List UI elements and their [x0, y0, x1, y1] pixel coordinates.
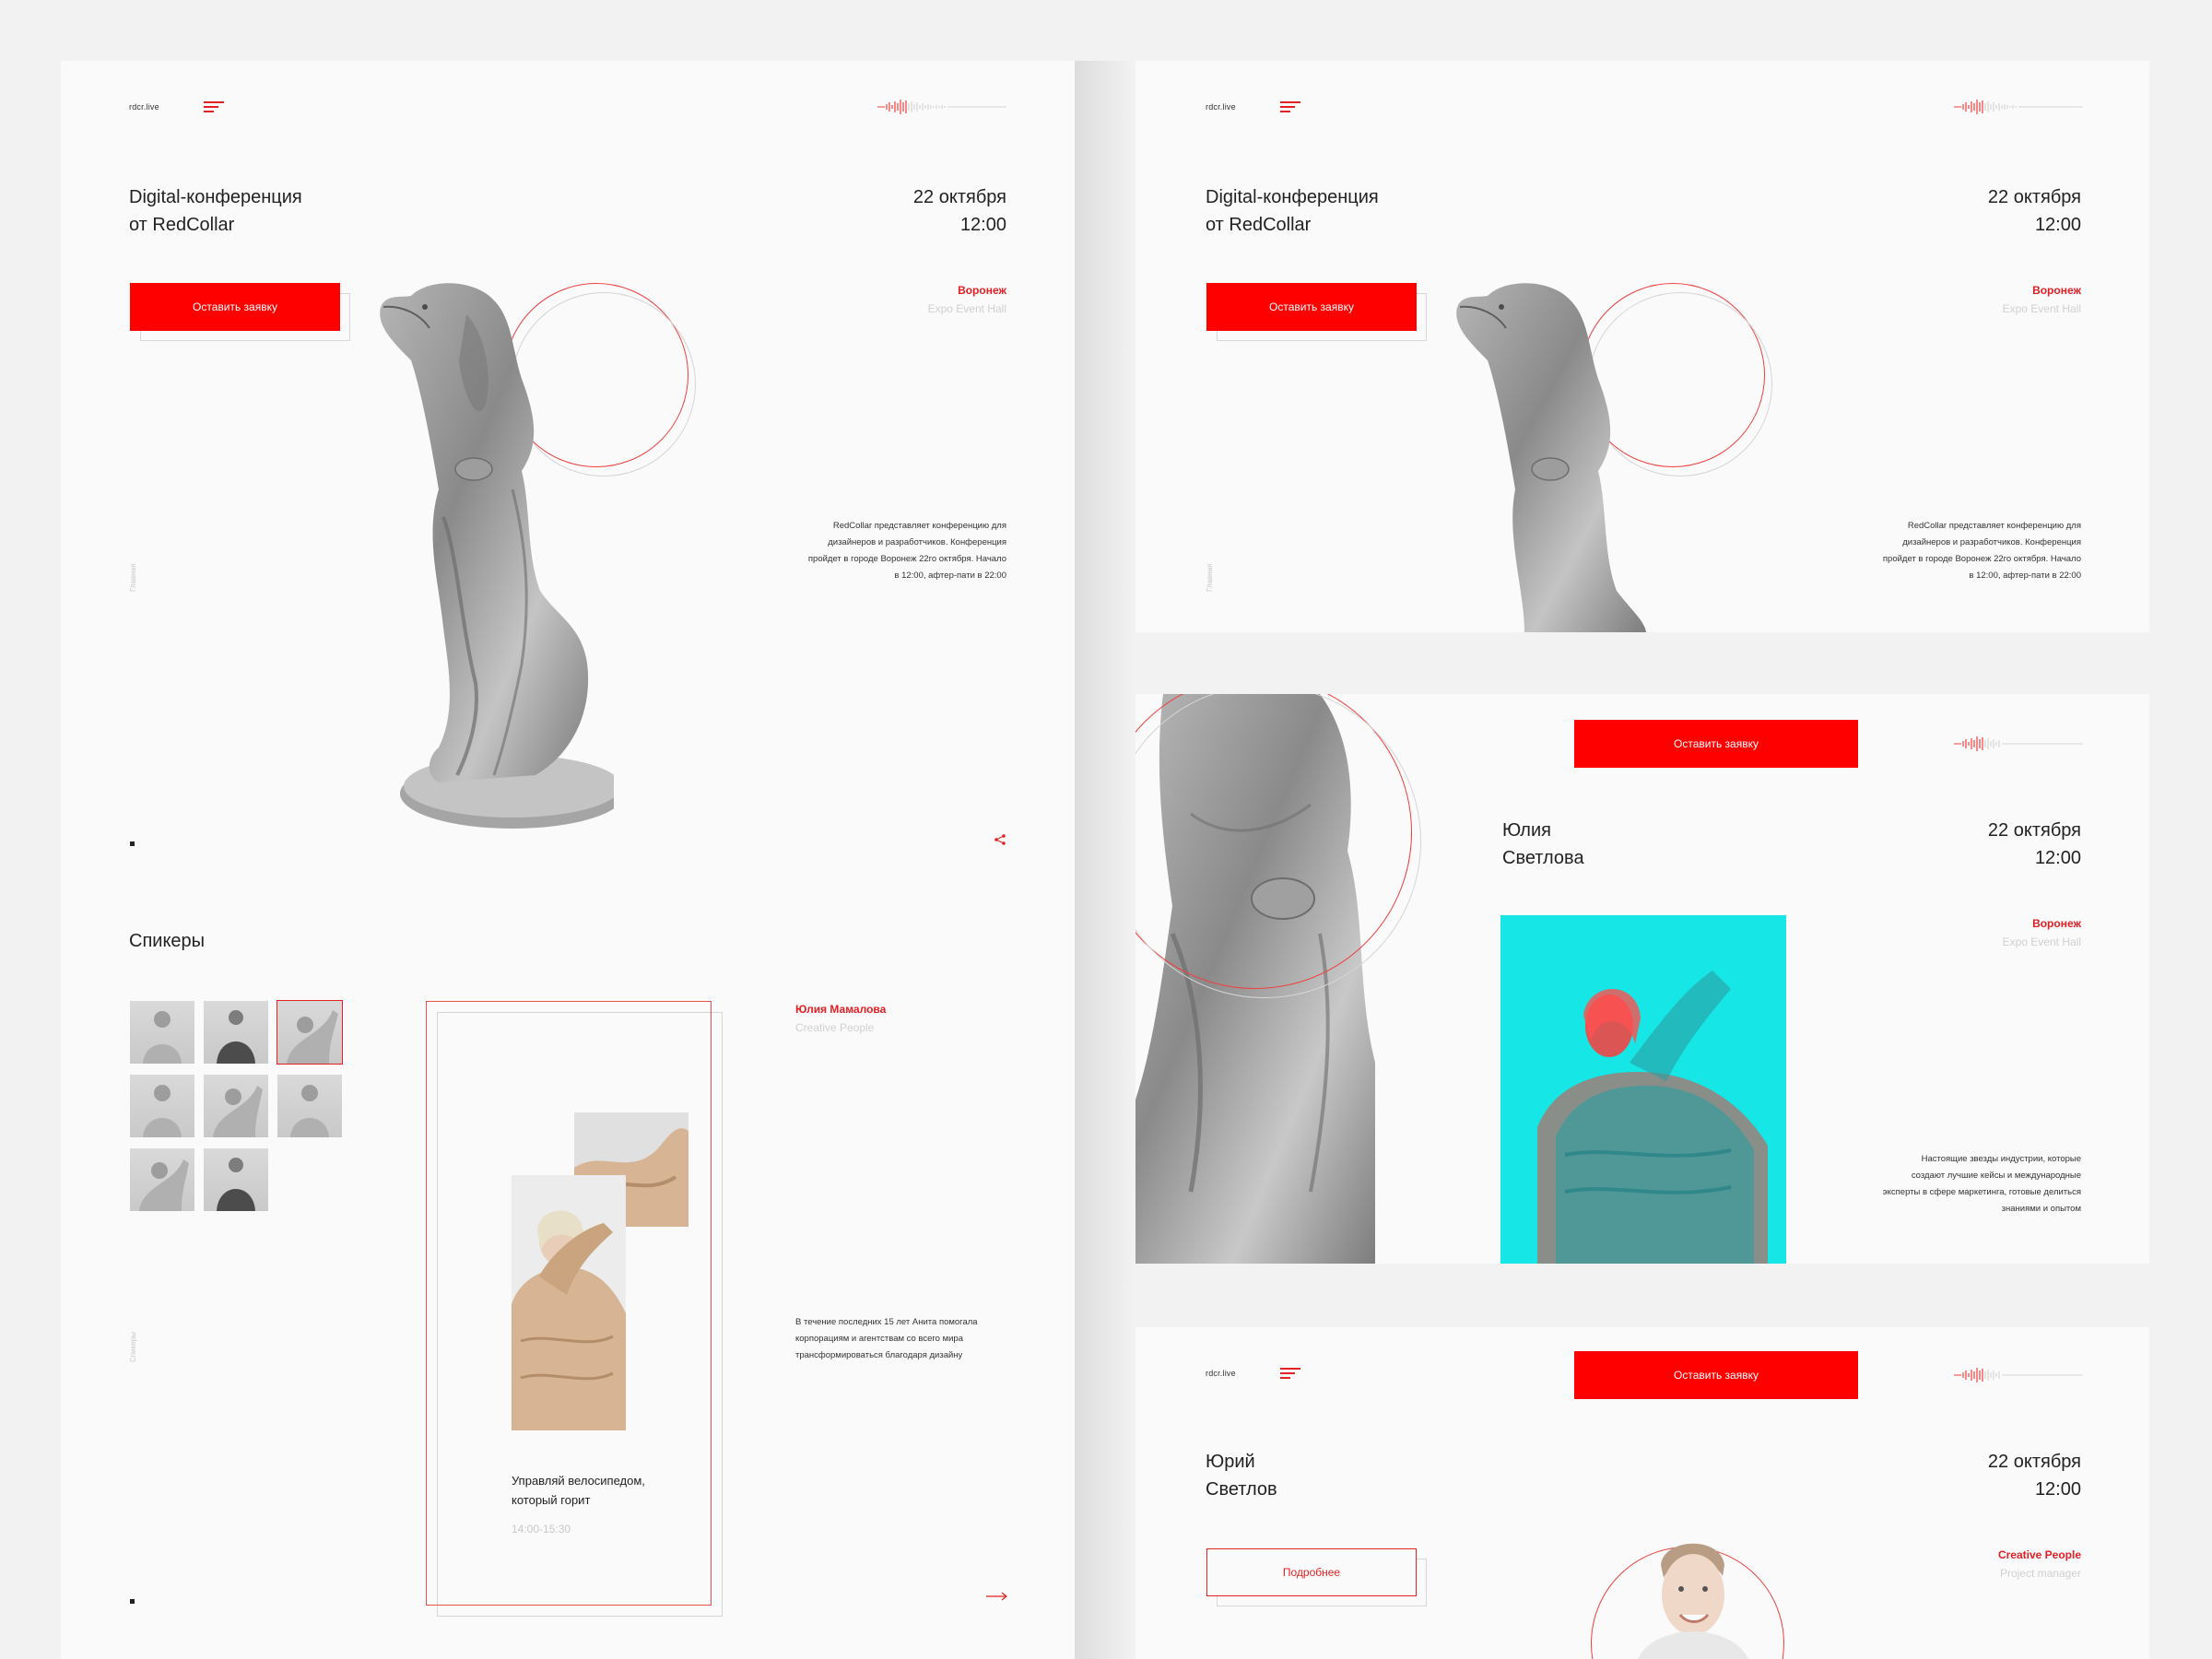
speaker-thumbnail[interactable]: [204, 1148, 268, 1211]
talk-title: Управляй велосипедом, который горит: [512, 1474, 645, 1507]
speaker-company: Creative People: [795, 1021, 875, 1034]
speaker-thumbnail[interactable]: [277, 1075, 342, 1137]
apply-button[interactable]: Оставить заявку: [130, 283, 340, 331]
soundwave-icon[interactable]: [1954, 99, 2083, 115]
speaker-photo: [512, 1175, 626, 1430]
menu-icon[interactable]: [1280, 101, 1300, 112]
venue-label: Expo Event Hall: [2002, 935, 2081, 948]
speaker-name-title: Юрий Светлов: [1206, 1452, 1277, 1500]
speaker-portrait: [1638, 1543, 1748, 1659]
soundwave-icon[interactable]: [1954, 735, 2083, 752]
share-icon[interactable]: [994, 833, 1006, 846]
soundwave-icon[interactable]: [877, 99, 1006, 115]
speaker-bio: В течение последних 15 лет Анита помогал…: [795, 1317, 978, 1360]
city-label: Воронеж: [2032, 917, 2081, 930]
speaker-thumbnail[interactable]: [204, 1001, 268, 1064]
role-label: Project manager: [1999, 1567, 2081, 1580]
event-description: RedCollar представляет конференцию для д…: [1882, 521, 2081, 581]
logo[interactable]: rdcr.live: [129, 102, 159, 112]
venue-label: Expo Event Hall: [2002, 302, 2081, 315]
event-date: 22 октября 12:00: [912, 187, 1006, 235]
slide-marker: [130, 1599, 135, 1604]
page-title: Digital-конференция от RedCollar: [1206, 187, 1379, 235]
city-label: Воронеж: [958, 284, 1006, 297]
speaker-duotone-photo: [1500, 915, 1786, 1264]
arrow-right-icon[interactable]: [986, 1591, 1008, 1602]
event-date: 22 октября 12:00: [1987, 187, 2081, 235]
speakers-title: Спикеры: [129, 931, 206, 951]
speaker-thumbnail[interactable]: [130, 1075, 194, 1137]
right-panel-hero: rdcr.live Digital-конференция от RedColla…: [1135, 61, 2149, 632]
section-side-label: Главная: [1206, 563, 1214, 592]
event-date: 22 октября 12:00: [1987, 1452, 2081, 1500]
event-description: RedCollar представляет конференцию для д…: [807, 521, 1006, 581]
column-shadow: [1075, 61, 1134, 1659]
talk-time: 14:00-15:30: [512, 1523, 571, 1535]
logo[interactable]: rdcr.live: [1206, 1369, 1236, 1378]
company-label: Creative People: [1997, 1548, 2081, 1561]
page-title: Digital-конференция от RedCollar: [129, 187, 302, 235]
right-panel-speaker: Оставить заявку Юлия Светлова 22 октября 1…: [1135, 694, 2149, 1264]
section-side-label: Спикеры: [129, 1332, 137, 1362]
speaker-thumbnail-selected[interactable]: [276, 1000, 343, 1065]
slide-marker: [130, 841, 135, 846]
soundwave-icon[interactable]: [1954, 1367, 2083, 1383]
menu-icon[interactable]: [1280, 1368, 1300, 1379]
more-button[interactable]: Подробнее: [1206, 1548, 1417, 1596]
left-page-panel: rdcr.live Digital-конференция от RedColla…: [61, 61, 1075, 1659]
speaker-thumbnail[interactable]: [204, 1075, 268, 1137]
dog-statue-image: [1456, 283, 1646, 632]
section-side-label: Главная: [129, 563, 137, 592]
apply-button[interactable]: Оставить заявку: [1574, 1351, 1858, 1399]
speaker-thumbnail[interactable]: [130, 1148, 194, 1211]
apply-button[interactable]: Оставить заявку: [1206, 283, 1417, 331]
right-panel-speaker-2: rdcr.live Оставить заявку Юрий Светлов 22…: [1135, 1327, 2149, 1659]
dog-statue-image: [380, 283, 614, 829]
speaker-name[interactable]: Юлия Мамалова: [795, 1003, 886, 1016]
menu-icon[interactable]: [204, 101, 224, 112]
decor-ring-grey: [1135, 694, 1421, 998]
venue-label: Expo Event Hall: [927, 302, 1006, 315]
speaker-name-title: Юлия Светлова: [1502, 820, 1584, 868]
apply-button[interactable]: Оставить заявку: [1574, 720, 1858, 768]
event-date: 22 октября 12:00: [1987, 820, 2081, 868]
speaker-description: Настоящие звезды индустрии, которые созд…: [1882, 1154, 2081, 1214]
city-label: Воронеж: [2032, 284, 2081, 297]
logo[interactable]: rdcr.live: [1206, 102, 1236, 112]
speaker-thumbnail[interactable]: [130, 1001, 194, 1064]
